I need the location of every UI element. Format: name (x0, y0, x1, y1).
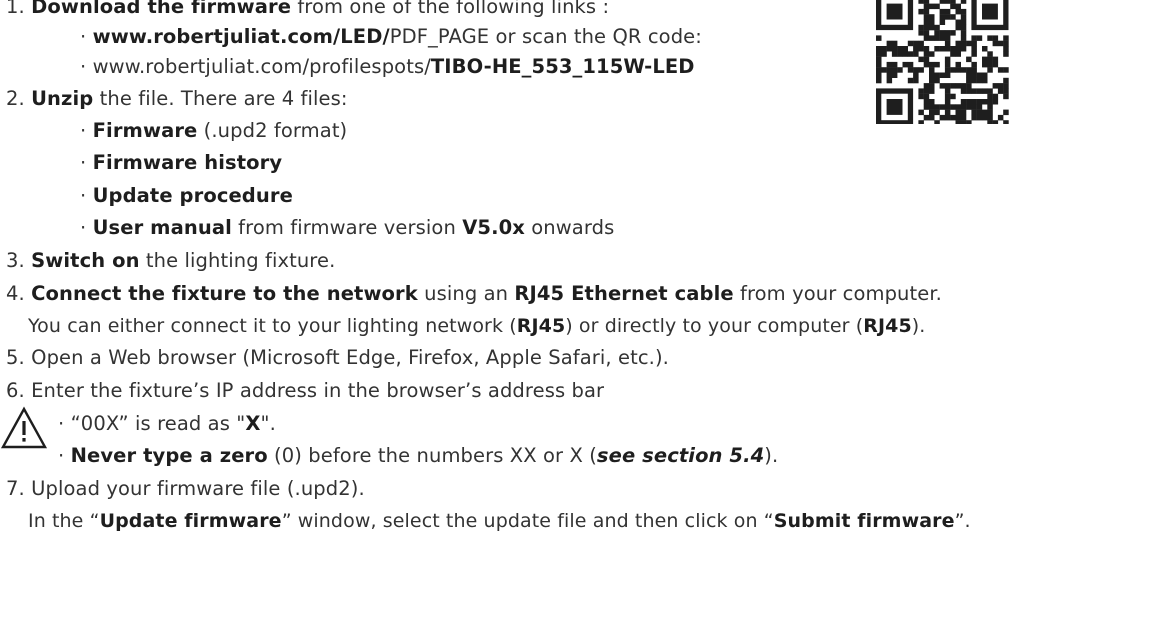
step-6-note-1: · “00X” is read as "X". (58, 412, 276, 435)
step-5: 5. Open a Web browser (Microsoft Edge, F… (6, 346, 669, 369)
step-4: 4. Connect the fixture to the network us… (6, 282, 942, 305)
step-1-link-1: · www.robertjuliat.com/LED/PDF_PAGE or s… (80, 25, 702, 48)
step-2-file-2: · Firmware history (80, 151, 283, 174)
qr-code-icon (876, 0, 1009, 124)
step-2-file-3: · Update procedure (80, 184, 293, 207)
step-1: 1. Download the firmware from one of the… (6, 0, 609, 20)
step-2-file-1: · Firmware (.upd2 format) (80, 119, 348, 142)
step-3: 3. Switch on the lighting fixture. (6, 249, 336, 272)
step-4-note: You can either connect it to your lighti… (28, 315, 926, 337)
step-2-file-4: · User manual from firmware version V5.0… (80, 216, 615, 239)
step-7-note: In the “Update firmware” window, select … (28, 510, 971, 532)
step-1-link-2: · www.robertjuliat.com/profilespots/TIBO… (80, 55, 695, 78)
warning-triangle-icon (0, 406, 48, 449)
step-6-note-2: · Never type a zero (0) before the numbe… (58, 444, 779, 467)
step-7: 7. Upload your firmware file (.upd2). (6, 477, 365, 500)
step-1-emphasis: Download the firmware (31, 0, 292, 18)
step-6: 6. Enter the fixture’s IP address in the… (6, 379, 605, 402)
step-2: 2. Unzip the file. There are 4 files: (6, 87, 348, 110)
